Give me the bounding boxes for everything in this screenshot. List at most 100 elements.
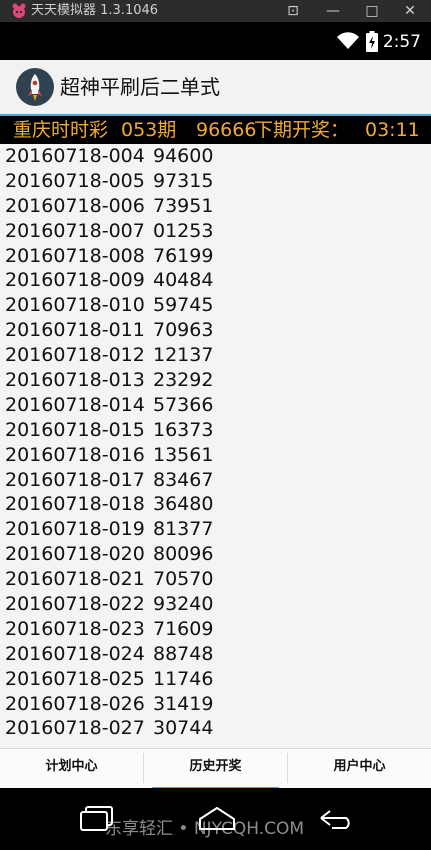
- draw-issue: 20160718-021: [5, 568, 145, 591]
- emulator-minimize-button[interactable]: —: [322, 1, 344, 21]
- rocket-icon: [16, 68, 54, 106]
- draw-issue: 20160718-023: [5, 617, 145, 640]
- draw-row: 20160718-009 40484: [0, 268, 431, 293]
- draw-row: 20160718-024 88748: [0, 642, 431, 667]
- draw-number: 76199: [153, 244, 214, 267]
- draw-issue: 20160718-006: [5, 194, 145, 217]
- draw-number: 59745: [153, 294, 214, 317]
- draw-issue: 20160718-020: [5, 543, 145, 566]
- draw-number: 12137: [153, 344, 214, 367]
- watermark-text: 东享轻汇 • NJYCQH.COM: [105, 819, 305, 839]
- wifi-icon: [337, 32, 359, 49]
- status-bar: 2:57: [0, 22, 431, 60]
- draw-number: 23292: [153, 369, 214, 392]
- emulator-title: 天天模拟器 1.3.1046: [31, 3, 159, 18]
- draw-row: 20160718-012 12137: [0, 343, 431, 368]
- ticker-countdown: 03:11: [365, 119, 420, 141]
- app-bar: 超神平刷后二单式: [0, 60, 431, 116]
- draw-number: 01253: [153, 219, 214, 242]
- draw-row: 20160718-005 97315: [0, 169, 431, 194]
- draw-row: 20160718-027 30744: [0, 716, 431, 741]
- draw-number: 16373: [153, 418, 214, 441]
- draw-row: 20160718-013 23292: [0, 368, 431, 393]
- draw-issue: 20160718-018: [5, 493, 145, 516]
- draw-issue: 20160718-007: [5, 219, 145, 242]
- draw-row: 20160718-022 93240: [0, 592, 431, 617]
- draw-issue: 20160718-026: [5, 692, 145, 715]
- draw-row: 20160718-016 13561: [0, 443, 431, 468]
- ticker-period: 053期: [121, 119, 177, 141]
- draw-number: 13561: [153, 443, 214, 466]
- ticker-number: 96666: [196, 119, 257, 141]
- draw-issue: 20160718-012: [5, 344, 145, 367]
- emulator-titlebar: 天天模拟器 1.3.1046 ⊡ — □ ✕: [0, 0, 431, 22]
- draw-issue: 20160718-016: [5, 443, 145, 466]
- page-title: 超神平刷后二单式: [60, 75, 220, 99]
- draw-number: 88748: [153, 642, 214, 665]
- draw-number: 57366: [153, 393, 214, 416]
- draw-issue: 20160718-008: [5, 244, 145, 267]
- draw-row: 20160718-021 70570: [0, 567, 431, 592]
- draw-row: 20160718-017 83467: [0, 468, 431, 493]
- draw-number: 97315: [153, 169, 214, 192]
- ticker-next-label: 下期开奖：: [254, 119, 350, 141]
- draw-issue: 20160718-009: [5, 269, 145, 292]
- draw-row: 20160718-006 73951: [0, 194, 431, 219]
- draw-number: 80096: [153, 543, 214, 566]
- draw-issue: 20160718-014: [5, 393, 145, 416]
- tab-history-draws[interactable]: 历史开奖: [144, 749, 287, 789]
- draw-number: 70963: [153, 319, 214, 342]
- draw-issue: 20160718-022: [5, 593, 145, 616]
- draw-number: 71609: [153, 617, 214, 640]
- draw-number: 83467: [153, 468, 214, 491]
- draw-issue: 20160718-011: [5, 319, 145, 342]
- draw-row: 20160718-008 76199: [0, 244, 431, 269]
- emulator-maximize-button[interactable]: □: [361, 1, 383, 21]
- draw-row: 20160718-019 81377: [0, 517, 431, 542]
- back-icon[interactable]: [318, 808, 356, 830]
- draw-issue: 20160718-015: [5, 418, 145, 441]
- emulator-restore-button[interactable]: ⊡: [282, 1, 304, 21]
- draw-issue: 20160718-024: [5, 642, 145, 665]
- draw-number: 11746: [153, 667, 214, 690]
- emulator-close-button[interactable]: ✕: [399, 1, 421, 21]
- draw-number: 30744: [153, 717, 214, 740]
- draw-row: 20160718-018 36480: [0, 492, 431, 517]
- tab-label: 历史开奖: [189, 759, 242, 774]
- draw-row: 20160718-026 31419: [0, 692, 431, 717]
- draw-number: 36480: [153, 493, 214, 516]
- tab-label: 计划中心: [45, 759, 98, 774]
- draw-row: 20160718-007 01253: [0, 219, 431, 244]
- draw-row: 20160718-010 59745: [0, 293, 431, 318]
- draw-issue: 20160718-005: [5, 169, 145, 192]
- lottery-ticker: 重庆时时彩 053期 96666 下期开奖： 03:11: [0, 116, 431, 144]
- draw-history-list[interactable]: 20160718-004 94600 20160718-005 97315 201607…: [0, 144, 431, 748]
- draw-number: 31419: [153, 692, 214, 715]
- navigation-bar: 东享轻汇 • NJYCQH.COM: [0, 788, 431, 850]
- draw-issue: 20160718-019: [5, 518, 145, 541]
- draw-number: 40484: [153, 269, 214, 292]
- draw-issue: 20160718-025: [5, 667, 145, 690]
- tab-plan-center[interactable]: 计划中心: [0, 749, 143, 789]
- draw-row: 20160718-023 71609: [0, 617, 431, 642]
- emulator-logo-icon: [12, 3, 26, 18]
- draw-number: 93240: [153, 593, 214, 616]
- draw-issue: 20160718-013: [5, 369, 145, 392]
- draw-number: 81377: [153, 518, 214, 541]
- draw-row: 20160718-011 70963: [0, 318, 431, 343]
- tab-user-center[interactable]: 用户中心: [288, 749, 431, 789]
- tab-bar: 计划中心 历史开奖 用户中心: [0, 748, 431, 789]
- draw-issue: 20160718-004: [5, 145, 145, 167]
- draw-issue: 20160718-027: [5, 717, 145, 740]
- draw-row: 20160718-025 11746: [0, 667, 431, 692]
- draw-row: 20160718-020 80096: [0, 542, 431, 567]
- tab-label: 用户中心: [333, 759, 386, 774]
- ticker-lottery-name: 重庆时时彩: [13, 119, 109, 141]
- draw-row: 20160718-004 94600: [0, 144, 431, 169]
- draw-row: 20160718-015 16373: [0, 418, 431, 443]
- draw-issue: 20160718-017: [5, 468, 145, 491]
- draw-number: 73951: [153, 194, 214, 217]
- status-time: 2:57: [382, 32, 421, 52]
- draw-number: 94600: [153, 145, 214, 167]
- draw-issue: 20160718-010: [5, 294, 145, 317]
